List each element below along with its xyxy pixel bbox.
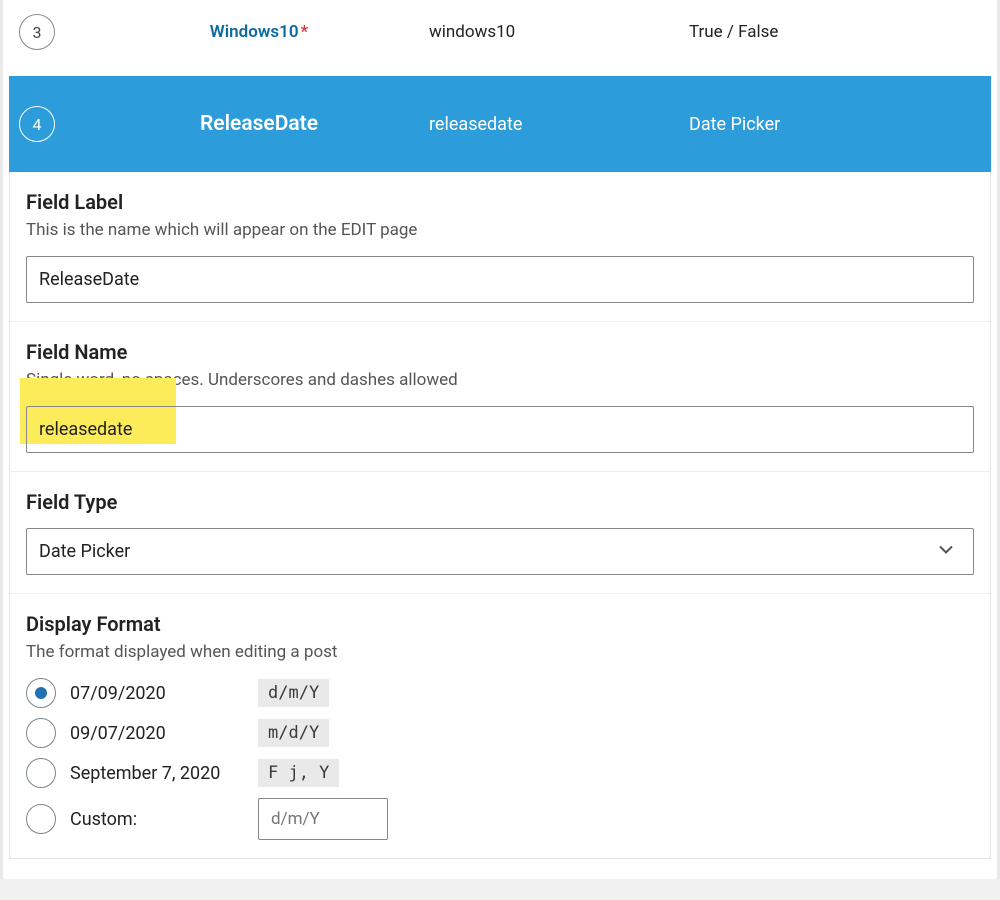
field-type-text: Date Picker (689, 114, 981, 135)
display-format-option[interactable]: 09/07/2020 m/d/Y (26, 718, 974, 748)
required-indicator: * (301, 22, 309, 42)
setting-description: The format displayed when editing a post (26, 642, 974, 662)
radio-icon[interactable] (26, 804, 56, 834)
order-badge: 3 (19, 14, 55, 50)
display-format-option-custom[interactable]: Custom: (26, 798, 974, 840)
display-format-option[interactable]: 07/09/2020 d/m/Y (26, 678, 974, 708)
field-type-select[interactable]: Date Picker (26, 528, 974, 575)
order-badge: 4 (19, 106, 55, 142)
field-row-windows10[interactable]: 3 Windows10* windows10 True / False (9, 0, 991, 76)
field-name-text: releasedate (429, 114, 689, 135)
setting-display-format: Display Format The format displayed when… (10, 594, 990, 858)
field-row-releasedate[interactable]: 4 ReleaseDate releasedate Date Picker (9, 76, 991, 172)
display-format-option[interactable]: September 7, 2020 F j, Y (26, 758, 974, 788)
format-code: m/d/Y (258, 719, 329, 747)
field-name-input[interactable] (26, 406, 974, 453)
setting-field-type: Field Type Date Picker (10, 472, 990, 594)
setting-field-name: Field Name Single word, no spaces. Under… (10, 322, 990, 472)
setting-heading: Field Label (26, 190, 974, 214)
format-code: F j, Y (258, 759, 339, 787)
field-label-link[interactable]: Windows10* (89, 22, 429, 42)
radio-icon[interactable] (26, 758, 56, 788)
field-name-text: windows10 (429, 22, 689, 42)
radio-icon[interactable] (26, 718, 56, 748)
setting-description: This is the name which will appear on th… (26, 220, 974, 240)
field-label-link[interactable]: ReleaseDate (89, 112, 429, 136)
setting-heading: Display Format (26, 612, 974, 636)
setting-heading: Field Type (26, 490, 974, 514)
field-label-input[interactable] (26, 256, 974, 303)
setting-heading: Field Name (26, 340, 974, 364)
radio-label: 07/09/2020 (70, 683, 244, 704)
format-code: d/m/Y (258, 679, 329, 707)
field-type-text: True / False (689, 22, 981, 42)
radio-label: September 7, 2020 (70, 763, 244, 784)
radio-label: Custom: (70, 809, 244, 830)
custom-format-input[interactable] (258, 798, 388, 840)
setting-field-label: Field Label This is the name which will … (10, 172, 990, 322)
radio-label: 09/07/2020 (70, 723, 244, 744)
radio-icon[interactable] (26, 678, 56, 708)
